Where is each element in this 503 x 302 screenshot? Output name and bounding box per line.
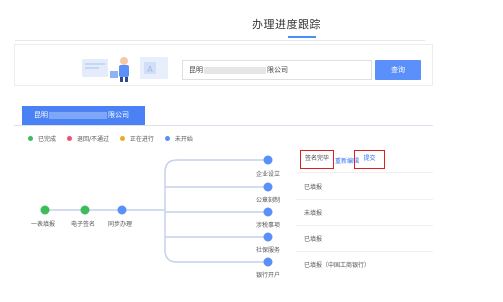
branch-label-bank-account: 银行开户 bbox=[256, 272, 281, 279]
flow-branch-5 bbox=[164, 249, 268, 263]
step-node-fill-form bbox=[40, 205, 50, 215]
flow-branch-1 bbox=[164, 159, 268, 173]
row-divider bbox=[296, 199, 433, 200]
branch-label-social-security: 社保服务 bbox=[256, 247, 281, 254]
status-signed: 签名完毕 bbox=[304, 155, 329, 162]
row-divider bbox=[296, 172, 433, 173]
step-node-e-sign bbox=[80, 205, 90, 215]
status-bank: 已填报（中国工商银行） bbox=[304, 262, 371, 269]
status-highlight-box: 签名完毕 bbox=[300, 150, 334, 169]
step-label-e-sign: 电子签名 bbox=[71, 221, 96, 228]
row-divider bbox=[296, 251, 433, 252]
row-divider bbox=[296, 225, 433, 226]
branch-node-1 bbox=[263, 155, 273, 165]
branch-label-seal-engraving: 公章刻制 bbox=[256, 197, 281, 204]
submit-button[interactable]: 提交 bbox=[354, 150, 385, 169]
step-label-fill-form: 一表填报 bbox=[31, 221, 56, 228]
branch-node-2 bbox=[263, 182, 273, 192]
status-tax: 未填报 bbox=[304, 210, 323, 217]
status-seal: 已填报 bbox=[304, 184, 323, 191]
progress-flow-diagram bbox=[40, 155, 273, 267]
branch-node-3 bbox=[263, 207, 273, 217]
branch-label-tax-matters: 涉税事项 bbox=[256, 222, 281, 229]
submit-label: 提交 bbox=[363, 155, 376, 162]
branch-label-enterprise-setup: 企业设立 bbox=[256, 171, 281, 178]
status-social-security: 已填报 bbox=[304, 236, 323, 243]
step-node-sync bbox=[117, 205, 127, 215]
step-label-sync: 同步办理 bbox=[108, 221, 133, 228]
branch-node-4 bbox=[263, 232, 273, 242]
branch-node-5 bbox=[263, 257, 273, 267]
